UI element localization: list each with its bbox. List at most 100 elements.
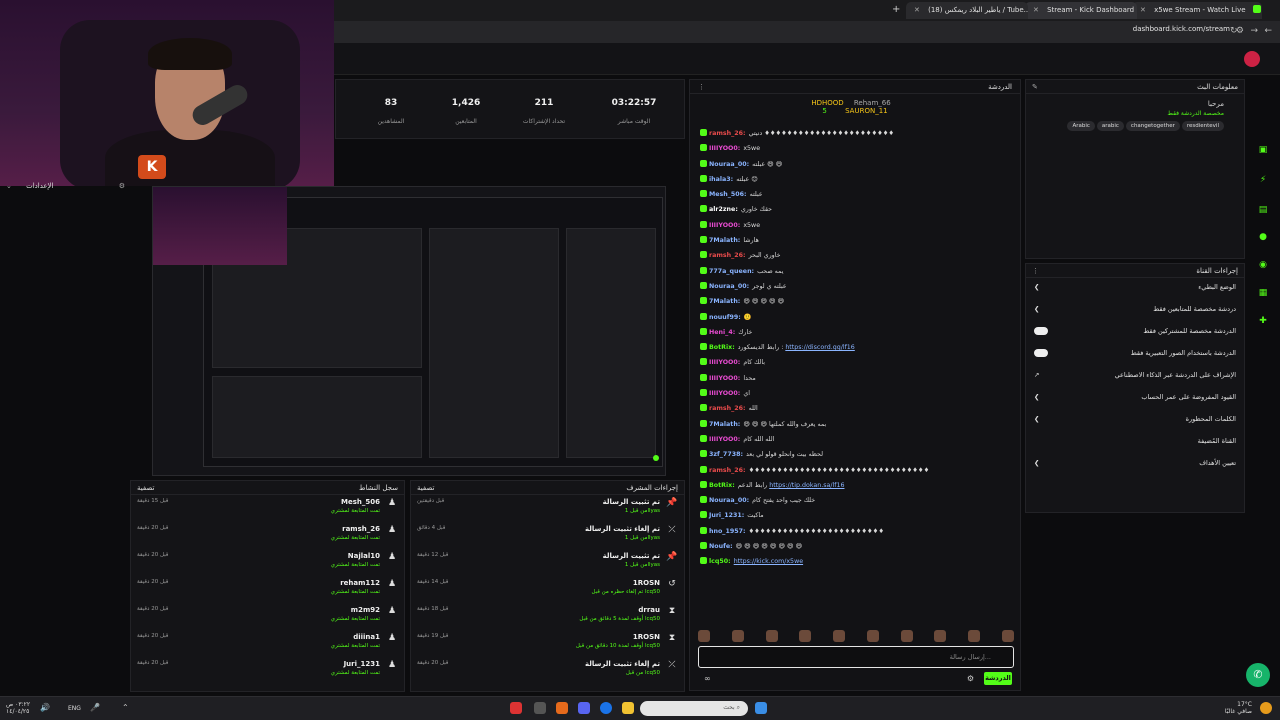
edit-icon[interactable]: ✎ xyxy=(1032,83,1038,91)
chat-username[interactable]: ramsh_26: xyxy=(709,405,746,412)
rail-icon-1[interactable]: ▣ xyxy=(1256,145,1270,159)
toggle-switch[interactable] xyxy=(1034,327,1048,335)
chat-message[interactable]: IIIIYOO0: الله الله كام xyxy=(690,432,1020,447)
chat-username[interactable]: ramsh_26: xyxy=(709,252,746,259)
chat-message[interactable]: IIIIYOO0: بالك كام xyxy=(690,355,1020,370)
chat-link[interactable]: https://kick.com/x5we xyxy=(734,558,803,565)
app-icon[interactable] xyxy=(556,702,568,714)
list-item[interactable]: قبل 18 دقيقة drrau أوقف لمدة 5 دقائق من قب… xyxy=(411,603,684,630)
chat-message[interactable]: BotRix: رابط الدعم https://tip.dokan.sa/l… xyxy=(690,478,1020,493)
chrome-icon[interactable] xyxy=(600,702,612,714)
windows-start-icon[interactable] xyxy=(755,702,767,714)
stream-tag[interactable]: resdientevil xyxy=(1181,121,1224,131)
channel-action-item[interactable]: الإشراف على الدردشة عبر الذكاء الاصطناعي… xyxy=(1026,366,1244,388)
chat-message[interactable]: ramsh_26: ♦♦♦♦♦♦♦♦♦♦♦♦♦♦♦♦♦♦♦♦♦♦♦♦♦♦♦♦♦♦♦… xyxy=(690,463,1020,478)
chat-username[interactable]: hno_1957: xyxy=(709,528,745,535)
chat-message[interactable]: 7Malath: 😄 😄 😄 😄 😄 xyxy=(690,294,1020,309)
chat-message[interactable]: Heni_4: خارك xyxy=(690,325,1020,340)
chevron-right-icon[interactable]: ❯ xyxy=(1034,415,1039,427)
volume-icon[interactable]: 🔊 xyxy=(40,703,50,712)
emote-icon[interactable] xyxy=(968,630,981,642)
chat-link[interactable]: https://tip.dokan.sa/lf16 xyxy=(769,482,844,489)
chat-rail-icon[interactable]: ● xyxy=(1256,232,1270,246)
chat-message[interactable]: 7Malath: 😄 😄 😄 بمه يعرف والله كملتها xyxy=(690,417,1020,432)
emote-icon[interactable] xyxy=(765,630,778,642)
chat-message[interactable]: 7Malath: هارشا xyxy=(690,233,1020,248)
toggle-switch[interactable] xyxy=(1034,349,1048,357)
chat-username[interactable]: Mesh_506: xyxy=(709,191,747,198)
chevron-right-icon[interactable]: ❯ xyxy=(1034,459,1039,471)
chat-message[interactable]: IIIIYOO0: اي xyxy=(690,386,1020,401)
chevron-right-icon[interactable]: ❯ xyxy=(1034,283,1039,295)
emote-icon[interactable] xyxy=(900,630,913,642)
emote-icon[interactable] xyxy=(833,630,846,642)
chat-link[interactable]: https://discord.gg/lf16 xyxy=(785,344,854,351)
list-item[interactable]: قبل 20 دقيقة Juri_1231 تمت المتابعة لمشتري… xyxy=(131,657,404,684)
channel-action-item[interactable]: دردشة مخصصة للمتابعين فقط ❯ xyxy=(1026,300,1244,322)
tab-watch-live[interactable]: ✕ x5we Stream - Watch Live xyxy=(1132,2,1262,19)
chat-username[interactable]: IIIIYOO0: xyxy=(709,359,740,366)
rail-icon-2[interactable]: ⚡ xyxy=(1256,175,1270,189)
list-item[interactable]: قبل 19 دقيقة 1ROSN أوقف لمدة 10 دقائق من ق… xyxy=(411,630,684,657)
chat-message[interactable]: 777a_queen: يمه صحب xyxy=(690,264,1020,279)
close-icon[interactable]: ✕ xyxy=(914,6,920,14)
chat-username[interactable]: Heni_4: xyxy=(709,329,735,336)
chat-username[interactable]: IIIIYOO0: xyxy=(709,436,740,443)
chevron-right-icon[interactable]: ❯ xyxy=(1034,305,1039,317)
channel-action-item[interactable]: القيود المفروضة على عمر الحساب ❯ xyxy=(1026,388,1244,410)
chat-message[interactable]: ramsh_26: خاوري البحر xyxy=(690,248,1020,263)
gear-icon[interactable]: ⚙ xyxy=(967,674,974,683)
list-item[interactable]: قبل 20 دقيقة ramsh_26 تمت المتابعة لمشتري ♟ xyxy=(131,522,404,549)
support-chat-icon[interactable]: ✆ xyxy=(1246,663,1270,687)
weather-widget[interactable]: 17°C صافي غالبًا xyxy=(1225,701,1252,715)
chat-message[interactable]: lcq50: https://kick.com/x5we xyxy=(690,554,1020,569)
chat-message[interactable]: Nouraa_00: عبلته ي لوجر xyxy=(690,279,1020,294)
chevron-up-icon[interactable]: ⌃ xyxy=(122,703,129,712)
activity-filter-button[interactable]: تصفية xyxy=(137,484,154,492)
list-item[interactable]: قبل 20 دقيقة reham112 تمت المتابعة لمشتري ♟ xyxy=(131,576,404,603)
app-icon[interactable] xyxy=(534,702,546,714)
chat-message[interactable]: IIIIYOO0: محدا xyxy=(690,371,1020,386)
chat-username[interactable]: Juri_1231: xyxy=(709,512,744,519)
chat-username[interactable]: alr2zne: xyxy=(709,206,738,213)
chat-username[interactable]: 777a_queen: xyxy=(709,268,754,275)
channel-action-item[interactable]: القناة المُضيفة xyxy=(1026,432,1244,454)
list-item[interactable]: قبل 20 دقيقة m2m92 تمت المتابعة لمشتري ♟ xyxy=(131,603,404,630)
chat-message[interactable]: hno_1957: ♦♦♦♦♦♦♦♦♦♦♦♦♦♦♦♦♦♦♦♦♦♦♦♦ xyxy=(690,524,1020,539)
chat-input[interactable]: إرسال رسالة... xyxy=(698,646,1014,668)
chat-message[interactable]: 3zf_7738: لحظه بيت وانحلو قولو لي بعد xyxy=(690,447,1020,462)
chat-message[interactable]: IIIIYOO0: x5we xyxy=(690,141,1020,156)
chat-username[interactable]: ihala3: xyxy=(709,176,733,183)
channel-action-item[interactable]: تعيين الأهداف ❯ xyxy=(1026,454,1244,476)
chat-send-button[interactable]: الدردشة xyxy=(984,672,1012,685)
close-icon[interactable]: ✕ xyxy=(1033,6,1039,14)
list-item[interactable]: قبل 4 دقائق تم إلغاء تثبيت الرسالة من قبل … xyxy=(411,522,684,549)
chat-username[interactable]: IIIIYOO0: xyxy=(709,222,740,229)
close-icon[interactable]: ✕ xyxy=(1140,6,1146,14)
chat-username[interactable]: 3zf_7738: xyxy=(709,451,743,458)
chat-username[interactable]: Nouraa_00: xyxy=(709,497,749,504)
chat-username[interactable]: Nouraa_00: xyxy=(709,283,749,290)
channel-action-item[interactable]: الوضع البطيء ❯ xyxy=(1026,278,1244,300)
avatar[interactable] xyxy=(1244,51,1260,67)
chat-username[interactable]: IIIIYOO0: xyxy=(709,145,740,152)
emote-icon[interactable] xyxy=(731,630,744,642)
stream-tag[interactable]: arabic xyxy=(1096,121,1124,131)
list-item[interactable]: قبل 15 دقيقة Mesh_506 تمت المتابعة لمشتري ♟ xyxy=(131,495,404,522)
emote-icon[interactable] xyxy=(1001,630,1014,642)
chat-username[interactable]: ramsh_26: xyxy=(709,130,746,137)
list-item[interactable]: قبل دقيقتين تم تثبيت الرسالة من قبل 1llyas… xyxy=(411,495,684,522)
wrench-icon[interactable]: ✚ xyxy=(1256,316,1270,330)
emote-icon[interactable] xyxy=(698,630,710,642)
list-item[interactable]: قبل 14 دقيقة 1ROSN تم إلغاء حظره من قبل lc… xyxy=(411,576,684,603)
chat-message[interactable]: Juri_1231: ماكيت xyxy=(690,508,1020,523)
emote-icon[interactable] xyxy=(866,630,879,642)
chat-message[interactable]: BotRix: رابط الديسكورد : https://discord.… xyxy=(690,340,1020,355)
stream-preview[interactable] xyxy=(152,186,666,476)
chat-username[interactable]: 7Malath: xyxy=(709,421,740,428)
file-explorer-icon[interactable] xyxy=(622,702,634,714)
chat-message[interactable]: ihala3: عبلته 😊 xyxy=(690,172,1020,187)
chat-username[interactable]: IIIIYOO0: xyxy=(709,375,740,382)
rail-icon-6[interactable]: ▦ xyxy=(1256,288,1270,302)
chat-message[interactable]: ramsh_26: الله xyxy=(690,401,1020,416)
